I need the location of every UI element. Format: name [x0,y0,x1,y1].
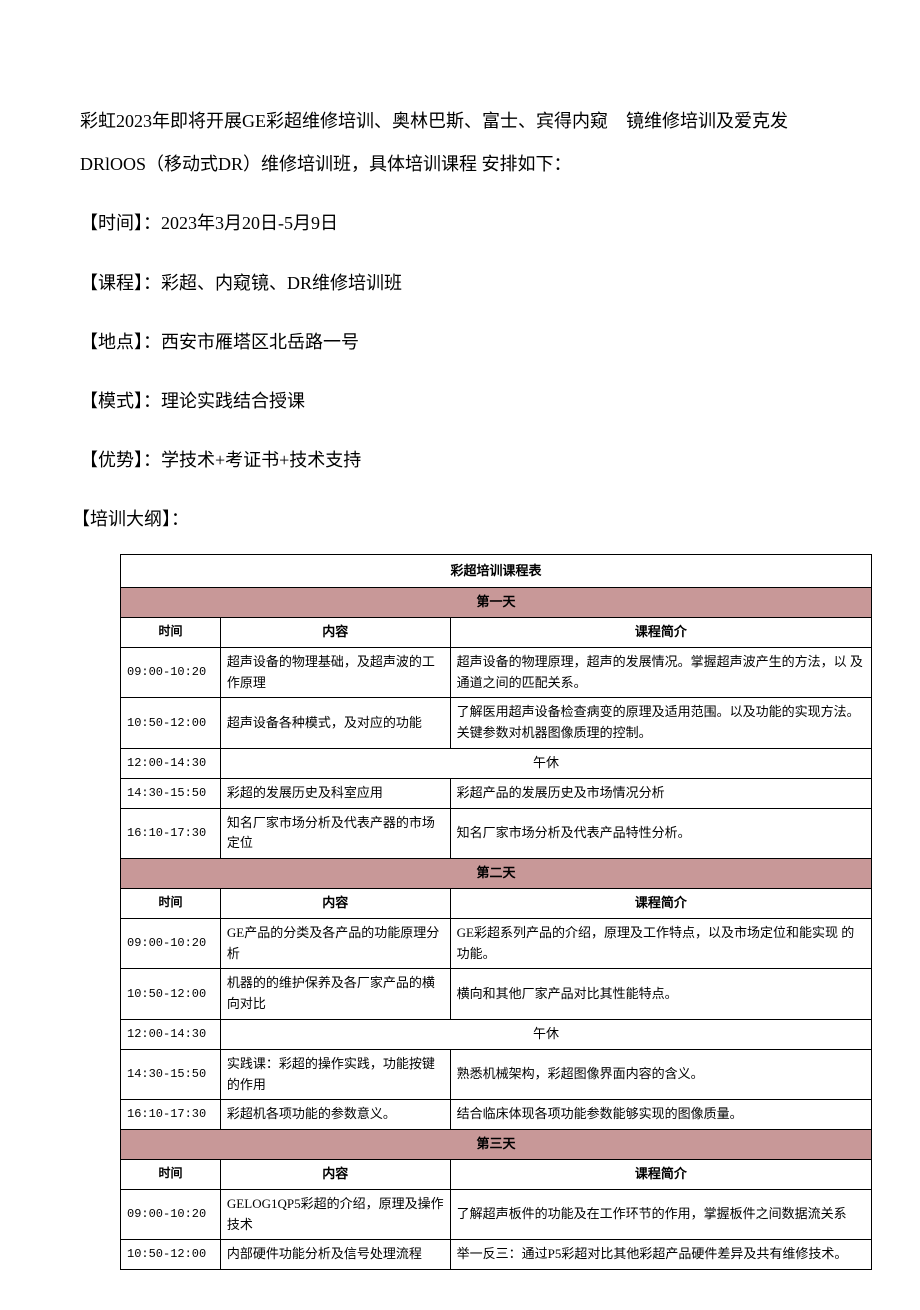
mode-value: 理论实践结合授课 [161,391,305,411]
location-value: 西安市雁塔区北岳路一号 [161,332,359,352]
outline-label: 【培训大纲】： [72,498,840,541]
time-cell: 10:50-12:00 [121,969,221,1020]
table-row: 09:00-10:20 GE产品的分类及各产品的功能原理分析 GE彩超系列产品的… [121,918,872,969]
desc-cell: 横向和其他厂家产品对比其性能特点。 [450,969,871,1020]
location-line: 【地点】：西安市雁塔区北岳路一号 [80,321,840,364]
desc-cell: 结合临床体现各项功能参数能够实现的图像质量。 [450,1100,871,1130]
time-value: 2023年3月20日-5月9日 [161,213,338,233]
mode-label: 【模式】： [80,391,161,411]
course-value: 彩超、内窥镜、DR维修培训班 [161,273,402,293]
table-title: 彩超培训课程表 [121,554,872,588]
col-header-content: 内容 [220,889,450,919]
content-cell: 超声设备的物理基础，及超声波的工作原理 [220,647,450,698]
training-schedule-table: 彩超培训课程表 第一天 时间 内容 课程简介 09:00-10:20 超声设备的… [120,554,872,1271]
content-cell: 知名厂家市场分析及代表产器的市场定位 [220,808,450,859]
advantage-line: 【优势】：学技术+考证书+技术支持 [80,439,840,482]
col-header-time: 时间 [121,889,221,919]
time-cell: 12:00-14:30 [121,749,221,779]
time-cell: 16:10-17:30 [121,1100,221,1130]
table-row: 16:10-17:30 彩超机各项功能的参数意义。 结合临床体现各项功能参数能够… [121,1100,872,1130]
table-row: 10:50-12:00 超声设备各种模式，及对应的功能 了解医用超声设备检查病变… [121,698,872,749]
time-label: 【时间】： [80,213,161,233]
content-cell: 超声设备各种模式，及对应的功能 [220,698,450,749]
course-label: 【课程】： [80,273,161,293]
col-header-desc: 课程简介 [450,889,871,919]
table-row: 10:50-12:00 内部硬件功能分析及信号处理流程 举一反三：通过P5彩超对… [121,1240,872,1270]
desc-cell: 彩超产品的发展历史及市场情况分析 [450,778,871,808]
desc-cell: GE彩超系列产品的介绍，原理及工作特点，以及市场定位和能实现 的功能。 [450,918,871,969]
desc-cell: 熟悉机械架构，彩超图像界面内容的含义。 [450,1049,871,1100]
table-row: 09:00-10:20 GELOG1QP5彩超的介绍，原理及操作技术 了解超声板… [121,1189,872,1240]
desc-cell: 了解超声板件的功能及在工作环节的作用，掌握板件之间数据流关系 [450,1189,871,1240]
intro-paragraph: 彩虹2023年即将开展GE彩超维修培训、奥林巴斯、富士、宾得内窥 镜维修培训及爱… [80,100,840,186]
day-header: 第一天 [121,588,872,618]
time-cell: 10:50-12:00 [121,698,221,749]
content-cell: GE产品的分类及各产品的功能原理分析 [220,918,450,969]
time-cell: 12:00-14:30 [121,1020,221,1050]
desc-cell: 超声设备的物理原理，超声的发展情况。掌握超声波产生的方法，以 及通道之间的匹配关… [450,647,871,698]
desc-cell: 了解医用超声设备检查病变的原理及适用范围。以及功能的实现方法。关键参数对机器图像… [450,698,871,749]
time-cell: 14:30-15:50 [121,1049,221,1100]
table-row: 16:10-17:30 知名厂家市场分析及代表产器的市场定位 知名厂家市场分析及… [121,808,872,859]
col-header-time: 时间 [121,1160,221,1190]
day-header: 第二天 [121,859,872,889]
advantage-label: 【优势】： [80,450,161,470]
table-row: 12:00-14:30 午休 [121,749,872,779]
content-cell: 彩超的发展历史及科室应用 [220,778,450,808]
table-row: 12:00-14:30 午休 [121,1020,872,1050]
desc-cell: 知名厂家市场分析及代表产品特性分析。 [450,808,871,859]
table-row: 14:30-15:50 实践课：彩超的操作实践，功能按键的作用 熟悉机械架构，彩… [121,1049,872,1100]
table-row: 14:30-15:50 彩超的发展历史及科室应用 彩超产品的发展历史及市场情况分… [121,778,872,808]
desc-cell: 举一反三：通过P5彩超对比其他彩超产品硬件差异及共有维修技术。 [450,1240,871,1270]
time-cell: 09:00-10:20 [121,647,221,698]
table-row: 10:50-12:00 机器的的维护保养及各厂家产品的横向对比 横向和其他厂家产… [121,969,872,1020]
content-cell: 实践课：彩超的操作实践，功能按键的作用 [220,1049,450,1100]
col-header-content: 内容 [220,618,450,648]
content-cell: 机器的的维护保养及各厂家产品的横向对比 [220,969,450,1020]
advantage-value: 学技术+考证书+技术支持 [161,450,361,470]
col-header-time: 时间 [121,618,221,648]
lunch-cell: 午休 [220,1020,871,1050]
lunch-cell: 午休 [220,749,871,779]
col-header-desc: 课程简介 [450,618,871,648]
col-header-desc: 课程简介 [450,1160,871,1190]
time-cell: 10:50-12:00 [121,1240,221,1270]
location-label: 【地点】： [80,332,161,352]
mode-line: 【模式】：理论实践结合授课 [80,380,840,423]
time-line: 【时间】：2023年3月20日-5月9日 [80,202,840,245]
course-line: 【课程】：彩超、内窥镜、DR维修培训班 [80,262,840,305]
content-cell: 内部硬件功能分析及信号处理流程 [220,1240,450,1270]
time-cell: 09:00-10:20 [121,1189,221,1240]
day-header: 第三天 [121,1130,872,1160]
time-cell: 16:10-17:30 [121,808,221,859]
table-row: 09:00-10:20 超声设备的物理基础，及超声波的工作原理 超声设备的物理原… [121,647,872,698]
content-cell: 彩超机各项功能的参数意义。 [220,1100,450,1130]
content-cell: GELOG1QP5彩超的介绍，原理及操作技术 [220,1189,450,1240]
time-cell: 09:00-10:20 [121,918,221,969]
time-cell: 14:30-15:50 [121,778,221,808]
col-header-content: 内容 [220,1160,450,1190]
